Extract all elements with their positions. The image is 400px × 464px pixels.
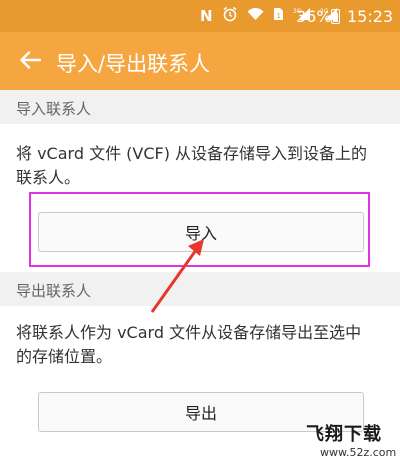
arrow-shaft (150, 249, 198, 313)
arrow-head (188, 239, 204, 256)
watermark: 飞翔下载 www.52z.com (306, 420, 398, 462)
annotation-arrow (150, 239, 204, 313)
watermark-logo: 飞翔下载 (306, 424, 382, 445)
watermark-url: www.52z.com (320, 446, 397, 459)
